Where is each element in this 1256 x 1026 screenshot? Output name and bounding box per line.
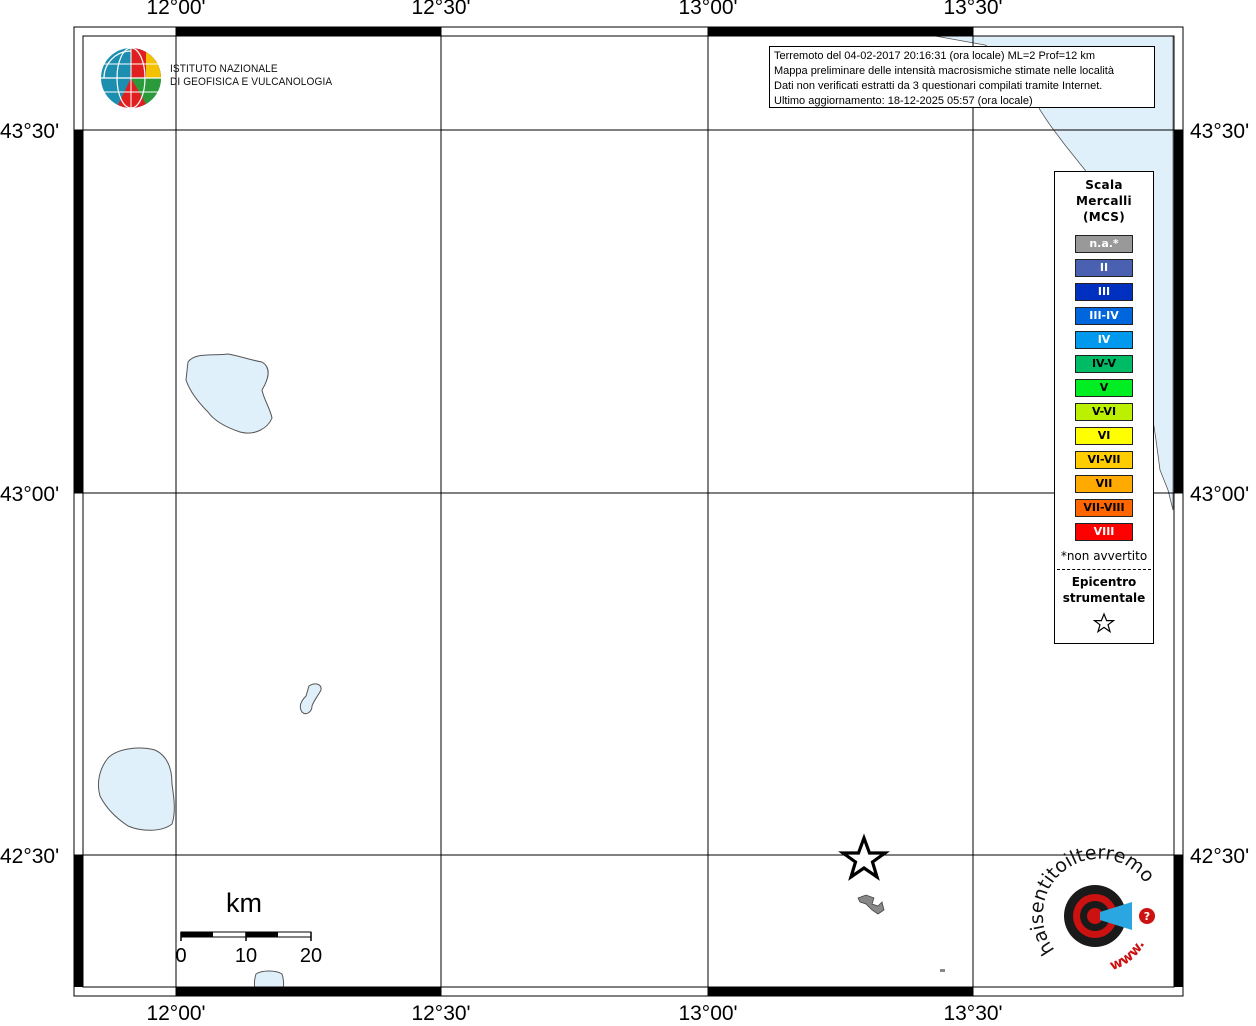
ingv-logo-line1: ISTITUTO NAZIONALE <box>170 63 278 75</box>
scale-bar-label-10: 10 <box>234 945 258 967</box>
right-tick-43-30: 43°30' <box>1190 120 1250 143</box>
mcs-legend: Scala Mercalli (MCS) n.a.* II III III-IV IV I… <box>1054 171 1154 644</box>
scale-bar-label-20: 20 <box>299 945 323 967</box>
event-info-line3: Dati non verificati estratti da 3 questi… <box>774 80 1103 92</box>
legend-note: *non avvertito <box>1060 549 1148 563</box>
scale-bar-unit: km <box>226 888 262 918</box>
bottom-tick-13-00: 13°00' <box>678 1002 738 1025</box>
left-tick-43-30: 43°30' <box>0 120 60 143</box>
legend-item-6: V <box>1075 379 1133 397</box>
ingv-logo-text: ISTITUTO NAZIONALE DI GEOFISICA E VULCAN… <box>170 63 332 89</box>
legend-epicenter-line1: Epicentro <box>1071 575 1137 589</box>
ingv-logo-icon <box>101 47 161 109</box>
legend-divider <box>1057 569 1151 570</box>
scale-bar-label-0: 0 <box>175 945 187 967</box>
legend-title-line2: Mercalli <box>1076 194 1132 208</box>
legend-item-4: IV <box>1075 331 1133 349</box>
legend-item-8: VI <box>1075 427 1133 445</box>
top-tick-13-30: 13°30' <box>943 0 1003 19</box>
legend-item-1: II <box>1075 259 1133 277</box>
bottom-tick-12-30: 12°30' <box>411 1002 471 1025</box>
right-tick-43-00: 43°00' <box>1190 483 1250 506</box>
legend-item-2: III <box>1075 283 1133 301</box>
right-tick-42-30: 42°30' <box>1190 845 1250 868</box>
bottom-tick-12-00: 12°00' <box>146 1002 206 1025</box>
left-tick-43-00: 43°00' <box>0 483 60 506</box>
legend-epicenter-label: Epicentro strumentale <box>1055 574 1153 606</box>
top-tick-12-30: 12°30' <box>411 0 471 19</box>
legend-star-icon <box>1055 612 1153 638</box>
left-tick-42-30: 42°30' <box>0 845 60 868</box>
legend-item-7: V-VI <box>1075 403 1133 421</box>
legend-item-11: VII-VIII <box>1075 499 1133 517</box>
small-marker <box>940 969 945 972</box>
event-info-line1: Terremoto del 04-02-2017 20:16:31 (ora l… <box>774 50 1096 62</box>
svg-text:?: ? <box>1144 910 1150 923</box>
legend-item-12: VIII <box>1075 523 1133 541</box>
legend-item-9: VI-VII <box>1075 451 1133 469</box>
ingv-logo-line2: DI GEOFISICA E VULCANOLOGIA <box>170 76 333 88</box>
event-info-line2: Mappa preliminare delle intensità macros… <box>774 65 1114 77</box>
event-info-box: Terremoto del 04-02-2017 20:16:31 (ora l… <box>769 46 1155 108</box>
top-tick-12-00: 12°00' <box>146 0 206 19</box>
event-info-line4: Ultimo aggiornamento: 18-12-2025 05:57 (… <box>774 95 1033 107</box>
legend-item-3: III-IV <box>1075 307 1133 325</box>
bottom-tick-13-30: 13°30' <box>943 1002 1003 1025</box>
legend-title-line3: (MCS) <box>1082 210 1126 224</box>
top-tick-13-00: 13°00' <box>678 0 738 19</box>
legend-title-line1: Scala <box>1085 178 1123 192</box>
legend-item-5: IV-V <box>1075 355 1133 373</box>
legend-epicenter-line2: strumentale <box>1062 591 1146 605</box>
legend-item-0: n.a.* <box>1075 235 1133 253</box>
legend-title: Scala Mercalli (MCS) <box>1055 177 1153 225</box>
legend-items: n.a.* II III III-IV IV IV-V V V-VI VI VI-VII VII VI… <box>1055 235 1153 541</box>
legend-item-10: VII <box>1075 475 1133 493</box>
